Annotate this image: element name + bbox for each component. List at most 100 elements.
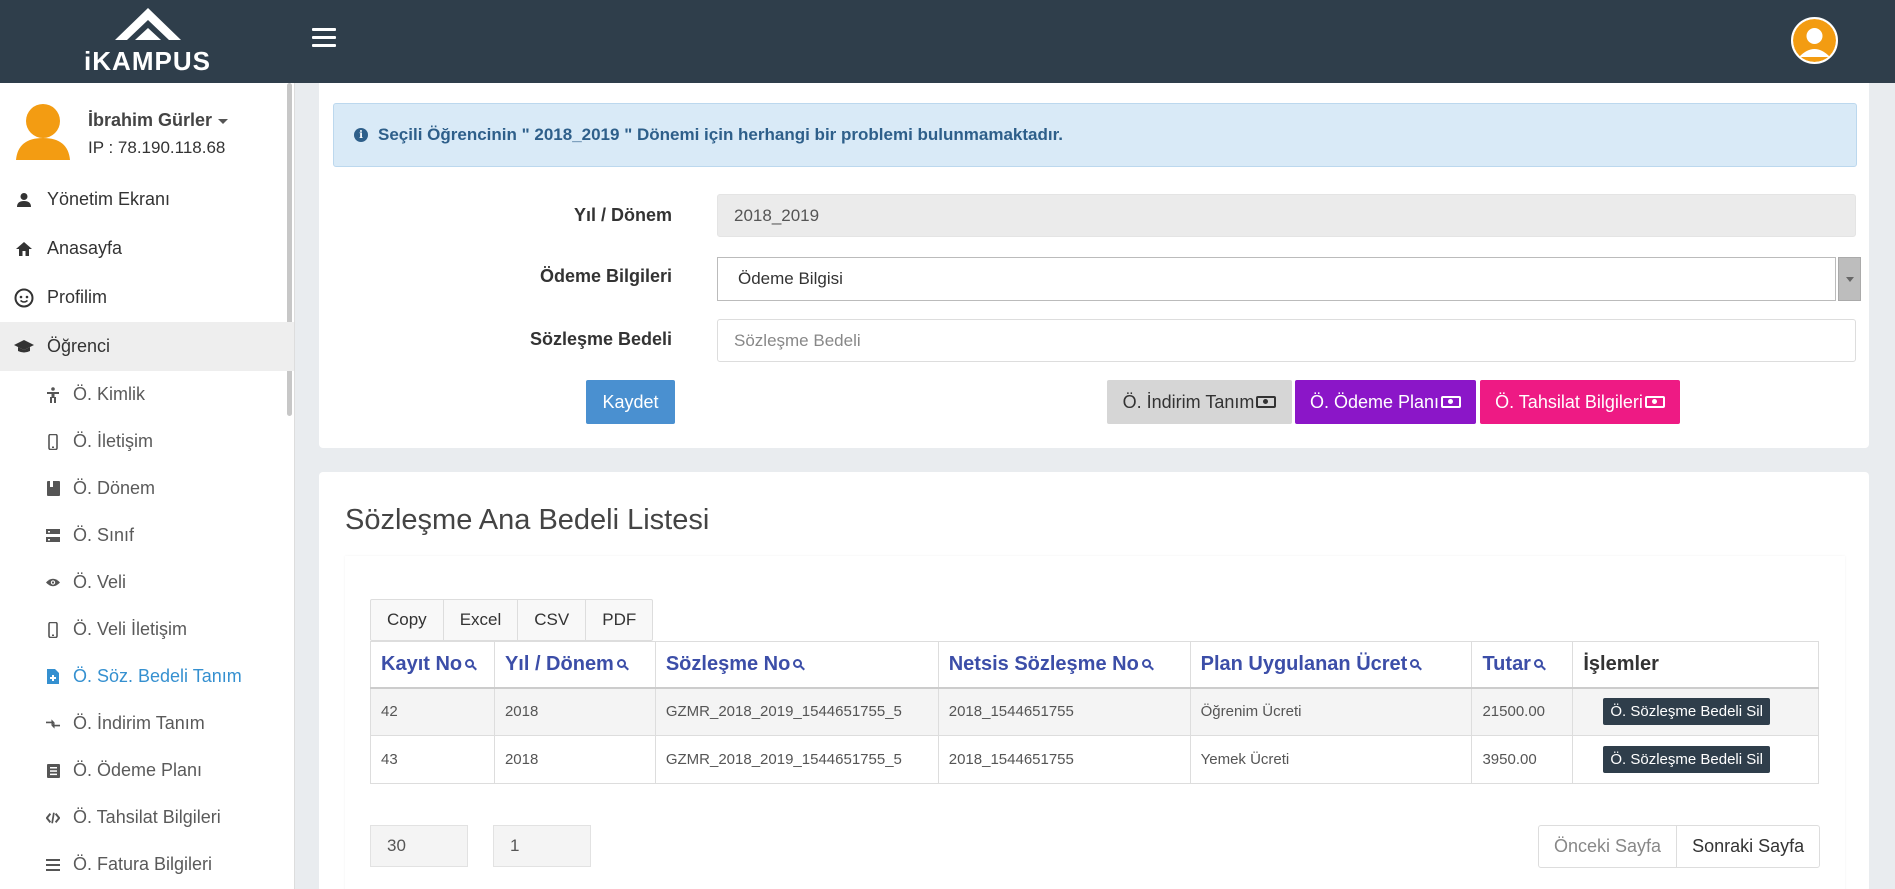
- cell-plan: Öğrenim Ücreti: [1189, 687, 1473, 736]
- cell-amount: 3950.00: [1471, 735, 1574, 784]
- user-profile-icon: [16, 104, 70, 160]
- discount-button[interactable]: Ö. İndirim Tanım: [1107, 380, 1292, 424]
- copy-button[interactable]: Copy: [371, 600, 444, 640]
- search-icon[interactable]: [793, 658, 803, 668]
- graduation-cap-icon: [14, 337, 34, 357]
- money-icon: [1256, 396, 1277, 408]
- accessibility-icon: [46, 386, 60, 403]
- sidebar-subitem-sinif[interactable]: Ö. Sınıf: [0, 512, 294, 559]
- money-icon: [1644, 396, 1665, 408]
- sidebar-subitem-tahsilat[interactable]: Ö. Tahsilat Bilgileri: [0, 794, 294, 841]
- sidebar-subitem-label: Ö. Söz. Bedeli Tanım: [73, 666, 242, 686]
- menu-toggle-icon[interactable]: [312, 28, 336, 48]
- phone-icon: [46, 621, 60, 638]
- logo[interactable]: iKAMPUS: [0, 0, 295, 83]
- table-row: 43 2018 GZMR_2018_2019_1544651755_5 2018…: [370, 735, 1819, 784]
- column-header-actions: İşlemler: [1572, 641, 1819, 689]
- column-header-contract[interactable]: Sözleşme No: [654, 641, 939, 689]
- next-page-button[interactable]: Sonraki Sayfa: [1677, 826, 1819, 867]
- sidebar-subitem-veli-iletisim[interactable]: Ö. Veli İletişim: [0, 606, 294, 653]
- status-alert: i Seçili Öğrencinin " 2018_2019 " Dönemi…: [333, 103, 1857, 167]
- eye-icon: [46, 575, 60, 591]
- payment-plan-button-label: Ö. Ödeme Planı: [1309, 391, 1440, 412]
- cell-contract: GZMR_2018_2019_1544651755_5: [654, 687, 939, 736]
- sidebar-subitem-label: Ö. İletişim: [73, 431, 154, 451]
- sidebar-item-label: Anasayfa: [47, 238, 123, 258]
- cell-actions: Ö. Sözleşme Bedeli Sil: [1572, 687, 1819, 736]
- sidebar-subitem-label: Ö. Kimlik: [73, 384, 145, 404]
- column-header-year[interactable]: Yıl / Dönem: [493, 641, 656, 689]
- payment-label: Ödeme Bilgileri: [539, 266, 672, 286]
- sidebar-subitem-donem[interactable]: Ö. Dönem: [0, 465, 294, 512]
- search-icon[interactable]: [1533, 658, 1543, 668]
- cell-contract: GZMR_2018_2019_1544651755_5: [654, 735, 939, 784]
- sidebar-item-label: Öğrenci: [47, 336, 111, 356]
- sidebar-subitem-veli[interactable]: Ö. Veli: [0, 559, 294, 606]
- export-toolbar: Copy Excel CSV PDF: [370, 599, 654, 641]
- sidebar-subitem-indirim[interactable]: Ö. İndirim Tanım: [0, 700, 294, 747]
- sidebar-item-anasayfa[interactable]: Anasayfa: [0, 224, 294, 273]
- page-size-input[interactable]: 30: [370, 825, 468, 867]
- payment-plan-button[interactable]: Ö. Ödeme Planı: [1295, 380, 1476, 424]
- caret-down-icon: [218, 118, 229, 124]
- search-icon[interactable]: [616, 658, 626, 668]
- sidebar-subitem-iletisim[interactable]: Ö. İletişim: [0, 418, 294, 465]
- contract-form-card: i Seçili Öğrencinin " 2018_2019 " Dönemi…: [319, 83, 1869, 448]
- logo-mark-icon: [114, 8, 181, 40]
- user-panel: İbrahim Gürler IP : 78.190.118.68: [0, 83, 294, 175]
- column-header-netsis[interactable]: Netsis Sözleşme No: [937, 641, 1191, 689]
- sidebar-item-label: Profilim: [47, 287, 108, 307]
- column-header-plan[interactable]: Plan Uygulanan Ücret: [1189, 641, 1473, 689]
- csv-button[interactable]: CSV: [518, 600, 587, 640]
- delete-contract-button[interactable]: Ö. Sözleşme Bedeli Sil: [1603, 746, 1770, 773]
- user-ip: IP : 78.190.118.68: [88, 138, 226, 157]
- sidebar-item-label: Yönetim Ekranı: [47, 189, 171, 209]
- user-name-dropdown[interactable]: İbrahim Gürler: [88, 110, 229, 131]
- collection-button[interactable]: Ö. Tahsilat Bilgileri: [1480, 380, 1680, 424]
- contract-table: Kayıt No Yıl / Dönem Sözleşme No Netsis …: [370, 641, 1819, 784]
- pdf-button[interactable]: PDF: [586, 600, 652, 640]
- cell-id: 43: [370, 735, 495, 784]
- year-field: 2018_2019: [717, 194, 1856, 237]
- column-header-amount[interactable]: Tutar: [1471, 641, 1574, 689]
- year-label: Yıl / Dönem: [573, 205, 672, 225]
- person-icon: [14, 190, 34, 210]
- sidebar-subitem-fatura[interactable]: Ö. Fatura Bilgileri: [0, 841, 294, 888]
- discount-button-label: Ö. İndirim Tanım: [1122, 391, 1255, 412]
- cell-amount: 21500.00: [1471, 687, 1574, 736]
- home-icon: [14, 239, 34, 259]
- pagination: Önceki Sayfa Sonraki Sayfa: [1538, 825, 1821, 868]
- search-icon[interactable]: [1410, 658, 1420, 668]
- search-icon[interactable]: [1141, 658, 1151, 668]
- sidebar-subitem-label: Ö. Veli İletişim: [73, 619, 188, 639]
- sidebar-subitem-soz-bedeli[interactable]: Ö. Söz. Bedeli Tanım: [0, 653, 294, 700]
- sidebar-item-ogrenci[interactable]: Öğrenci: [0, 322, 294, 371]
- delete-contract-button[interactable]: Ö. Sözleşme Bedeli Sil: [1603, 698, 1770, 726]
- file-icon: [46, 669, 60, 685]
- save-button[interactable]: Kaydet: [586, 380, 675, 424]
- cell-year: 2018: [493, 687, 656, 736]
- storage-icon: [46, 528, 60, 544]
- page-number-input[interactable]: 1: [493, 825, 591, 867]
- logo-text: iKAMPUS: [84, 46, 211, 76]
- face-icon: [14, 288, 34, 308]
- swap-icon: [46, 716, 60, 732]
- info-icon: i: [354, 128, 368, 142]
- excel-button[interactable]: Excel: [444, 600, 519, 640]
- user-avatar-icon[interactable]: [1791, 17, 1838, 64]
- sidebar-subitem-odeme-plani[interactable]: Ö. Ödeme Planı: [0, 747, 294, 794]
- search-icon[interactable]: [465, 658, 475, 668]
- sidebar-subitem-label: Ö. Dönem: [73, 478, 156, 498]
- sidebar-subitem-kimlik[interactable]: Ö. Kimlik: [0, 371, 294, 418]
- sidebar-item-yonetim[interactable]: Yönetim Ekranı: [0, 175, 294, 224]
- payment-select[interactable]: Ödeme Bilgisi: [717, 257, 1836, 301]
- sidebar-subitem-label: Ö. Tahsilat Bilgileri: [73, 807, 221, 827]
- contract-amount-input[interactable]: Sözleşme Bedeli: [717, 319, 1856, 362]
- column-header-id[interactable]: Kayıt No: [370, 641, 495, 689]
- sidebar-item-profilim[interactable]: Profilim: [0, 273, 294, 322]
- previous-page-button[interactable]: Önceki Sayfa: [1539, 826, 1678, 867]
- phone-icon: [46, 433, 60, 450]
- cell-netsis: 2018_1544651755: [937, 735, 1191, 784]
- select-arrow-icon[interactable]: [1838, 257, 1861, 301]
- sidebar-subitem-label: Ö. Sınıf: [73, 525, 135, 545]
